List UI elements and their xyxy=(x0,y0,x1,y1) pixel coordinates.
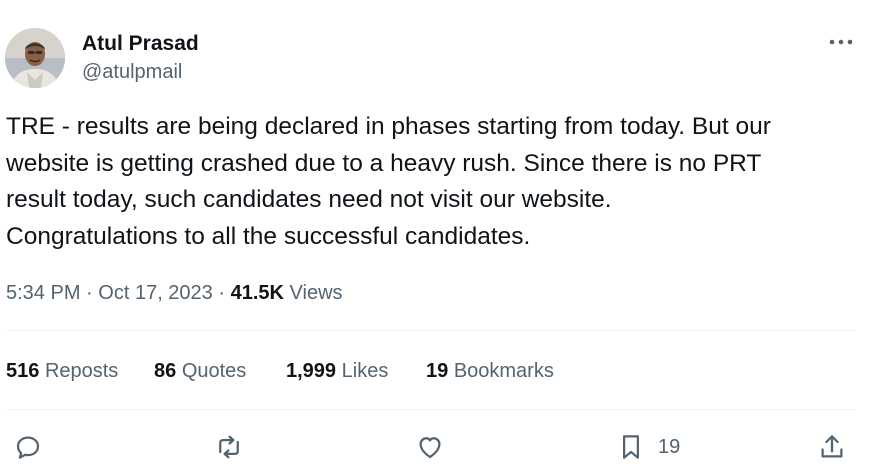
ellipsis-icon xyxy=(829,39,853,45)
quotes-label: Quotes xyxy=(181,360,247,382)
divider xyxy=(6,409,856,410)
share-button[interactable] xyxy=(817,425,847,469)
reply-button[interactable] xyxy=(13,425,43,469)
likes-count: 1,999 xyxy=(286,360,337,382)
quotes-stat[interactable]: 86 Quotes xyxy=(154,358,246,384)
tweet-time[interactable]: 5:34 PM xyxy=(6,282,80,304)
meta-separator: · xyxy=(218,282,226,304)
likes-stat[interactable]: 1,999 Likes xyxy=(286,358,388,384)
bookmark-button[interactable]: 19 xyxy=(616,425,680,469)
bookmarks-label: Bookmarks xyxy=(453,360,554,382)
reposts-label: Reposts xyxy=(44,360,119,382)
likes-label: Likes xyxy=(341,360,389,382)
avatar[interactable] xyxy=(5,28,65,88)
bookmark-count: 19 xyxy=(658,435,681,458)
divider xyxy=(6,330,856,331)
reposts-stat[interactable]: 516 Reposts xyxy=(6,358,118,384)
repost-icon xyxy=(219,435,239,459)
heart-icon xyxy=(419,437,441,459)
author-info: Atul Prasad @atulpmail xyxy=(82,31,199,85)
views-label: Views xyxy=(289,282,343,304)
quotes-count: 86 xyxy=(154,360,177,382)
share-icon xyxy=(821,435,843,458)
repost-button[interactable] xyxy=(214,425,244,469)
bookmarks-count: 19 xyxy=(426,360,449,382)
user-handle[interactable]: @atulpmail xyxy=(82,59,199,85)
tweet-text: TRE - results are being declared in phas… xyxy=(6,113,771,250)
bookmarks-stat[interactable]: 19 Bookmarks xyxy=(426,358,554,384)
views-count: 41.5K xyxy=(230,282,284,304)
tweet-meta: 5:34 PM · Oct 17, 2023 · 41.5K Views xyxy=(6,280,343,306)
action-bar: 19 xyxy=(0,425,875,469)
bookmark-icon xyxy=(623,435,639,459)
meta-separator: · xyxy=(86,282,93,304)
like-button[interactable] xyxy=(415,425,445,469)
tweet-date[interactable]: Oct 17, 2023 xyxy=(98,282,213,304)
tweet-card: Atul Prasad @atulpmail TRE - results are… xyxy=(0,0,875,471)
user-photo-icon xyxy=(5,28,65,88)
more-options-button[interactable] xyxy=(822,30,860,54)
reply-icon xyxy=(16,436,40,459)
display-name[interactable]: Atul Prasad xyxy=(82,31,199,57)
reposts-count: 516 xyxy=(6,360,40,382)
